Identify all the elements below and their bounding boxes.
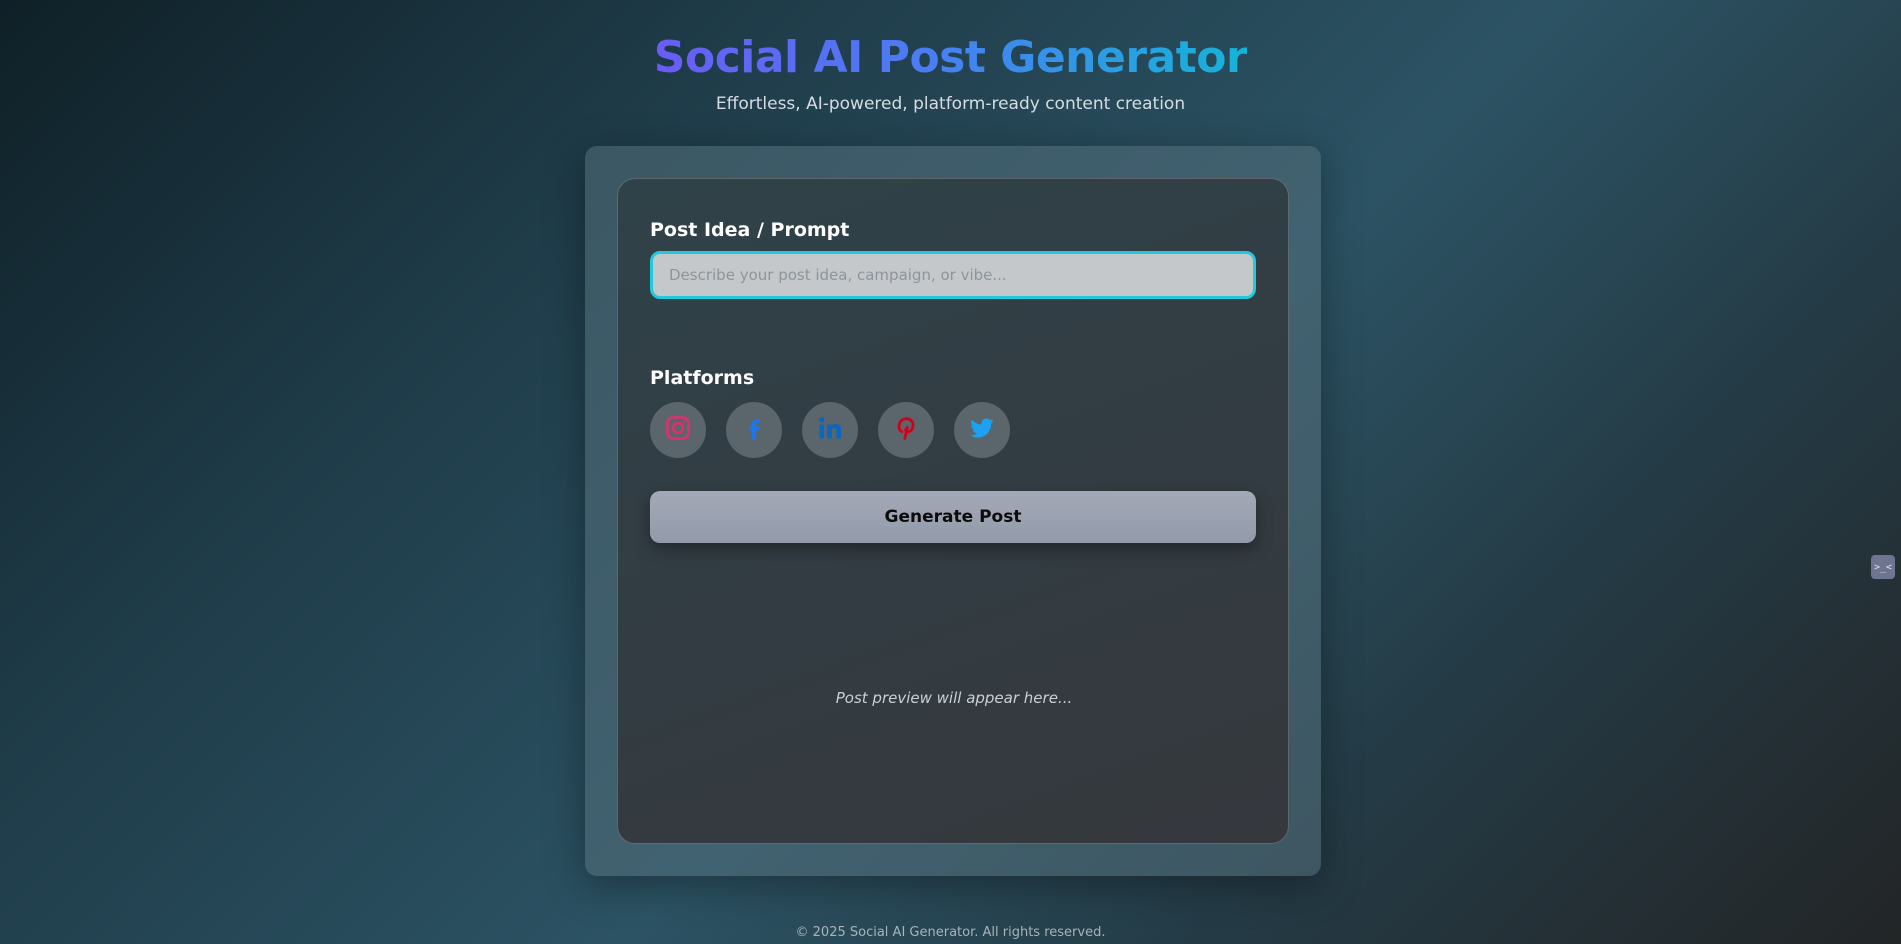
linkedin-icon [816, 414, 844, 446]
generator-card: Post Idea / Prompt Platforms [617, 178, 1289, 844]
platforms-label: Platforms [650, 367, 755, 389]
platform-selector [650, 402, 1010, 458]
post-preview-placeholder: Post preview will appear here... [835, 689, 1073, 707]
generate-post-button[interactable]: Generate Post [650, 491, 1256, 543]
platform-button-linkedin[interactable] [802, 402, 858, 458]
platform-button-facebook[interactable] [726, 402, 782, 458]
footer-copyright: © 2025 Social AI Generator. All rights r… [795, 925, 1106, 940]
side-widget-button[interactable]: >_< [1871, 555, 1895, 579]
platform-button-twitter[interactable] [954, 402, 1010, 458]
facebook-icon [740, 414, 768, 446]
prompt-input[interactable] [650, 251, 1256, 299]
generator-card-outer: Post Idea / Prompt Platforms [585, 146, 1321, 876]
pinterest-icon [892, 414, 920, 446]
twitter-icon [968, 414, 996, 446]
platform-button-instagram[interactable] [650, 402, 706, 458]
platform-button-pinterest[interactable] [878, 402, 934, 458]
page-title: Social AI Post Generator [654, 30, 1248, 86]
prompt-label: Post Idea / Prompt [650, 219, 850, 241]
page-subtitle: Effortless, AI-powered, platform-ready c… [715, 94, 1186, 114]
page-header: Social AI Post Generator Effortless, AI-… [0, 30, 1901, 114]
instagram-icon [664, 414, 692, 446]
